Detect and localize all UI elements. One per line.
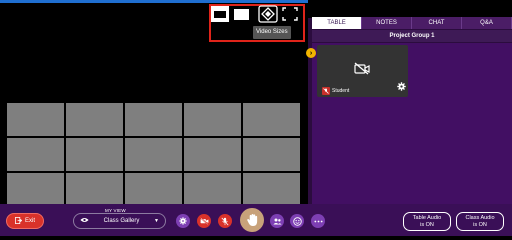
gallery-tile[interactable] (184, 103, 241, 136)
exit-button[interactable]: Exit (6, 213, 44, 229)
table-audio-line1: Table Audio (412, 214, 442, 221)
more-options-button[interactable] (311, 214, 325, 228)
table-audio-line2: is ON (420, 221, 434, 228)
gear-icon (179, 217, 187, 225)
gallery-tile[interactable] (7, 138, 64, 171)
settings-button[interactable] (176, 214, 190, 228)
gallery-tile[interactable] (184, 138, 241, 171)
collapse-panel-button[interactable]: › (306, 48, 316, 58)
gallery-tile[interactable] (184, 173, 241, 204)
gallery-tile[interactable] (66, 138, 123, 171)
gallery-tile[interactable] (125, 103, 182, 136)
gallery-tile[interactable] (243, 173, 300, 204)
gallery-tile[interactable] (66, 103, 123, 136)
tab-notes[interactable]: NOTES (362, 17, 412, 29)
hand-icon (246, 213, 257, 227)
ellipsis-icon (313, 220, 323, 222)
video-off-icon (199, 217, 208, 225)
eye-icon (80, 217, 89, 225)
people-icon (272, 218, 282, 224)
large-video-size-icon[interactable] (232, 6, 250, 22)
mic-toggle-button[interactable] (218, 214, 232, 228)
class-audio-toggle[interactable]: Class Audio is ON (456, 212, 504, 231)
gallery-tile[interactable] (243, 138, 300, 171)
raise-hand-button[interactable] (240, 208, 264, 232)
diamond-grid-icon[interactable] (258, 5, 278, 23)
gallery-tile[interactable] (66, 173, 123, 204)
tab-qa[interactable]: Q&A (462, 17, 512, 29)
gallery-tile[interactable] (125, 138, 182, 171)
gear-icon[interactable] (397, 78, 406, 96)
participant-name: Student (332, 87, 350, 94)
virtual-classroom-window: Video Sizes TABLE NOTES CHAT Q&A Project… (0, 0, 512, 236)
class-gallery-grid (7, 103, 300, 204)
exit-label: Exit (24, 218, 35, 224)
my-view-selector[interactable]: Class Gallery ▼ (73, 213, 166, 229)
gallery-tile[interactable] (7, 103, 64, 136)
tab-chat[interactable]: CHAT (412, 17, 462, 29)
gallery-tile[interactable] (125, 173, 182, 204)
mic-off-icon (322, 86, 330, 95)
side-panel-header (308, 0, 512, 18)
chevron-right-icon: › (309, 49, 313, 57)
smiley-icon (292, 216, 302, 226)
class-audio-line1: Class Audio (465, 214, 495, 221)
participant-video-tile[interactable]: Student (317, 45, 408, 97)
fullscreen-icon[interactable] (281, 6, 299, 22)
tab-table[interactable]: TABLE (312, 17, 362, 29)
gallery-tile[interactable] (7, 173, 64, 204)
class-audio-line2: is ON (473, 221, 487, 228)
group-title: Project Group 1 (312, 30, 512, 42)
side-panel-tabs: TABLE NOTES CHAT Q&A (312, 17, 512, 29)
side-panel: TABLE NOTES CHAT Q&A Project Group 1 (308, 0, 512, 204)
small-video-size-icon[interactable] (211, 6, 229, 22)
gallery-tile[interactable] (243, 103, 300, 136)
bottom-toolbar: Exit MY VIEW Class Gallery ▼ Table Audio… (0, 204, 512, 236)
emoji-button[interactable] (290, 214, 304, 228)
stage-top-accent (0, 0, 308, 3)
exit-icon (15, 216, 23, 226)
participant-name-label: Student (320, 86, 352, 95)
reactions-people-button[interactable] (270, 214, 284, 228)
mic-off-icon (221, 217, 229, 225)
my-view-value: Class Gallery (103, 218, 140, 224)
table-audio-toggle[interactable]: Table Audio is ON (403, 212, 451, 231)
chevron-down-icon: ▼ (154, 218, 159, 224)
my-view-caption: MY VIEW (103, 208, 128, 213)
camera-toggle-button[interactable] (197, 214, 211, 228)
camera-off-icon (354, 62, 370, 80)
video-sizes-tooltip: Video Sizes (253, 26, 291, 39)
